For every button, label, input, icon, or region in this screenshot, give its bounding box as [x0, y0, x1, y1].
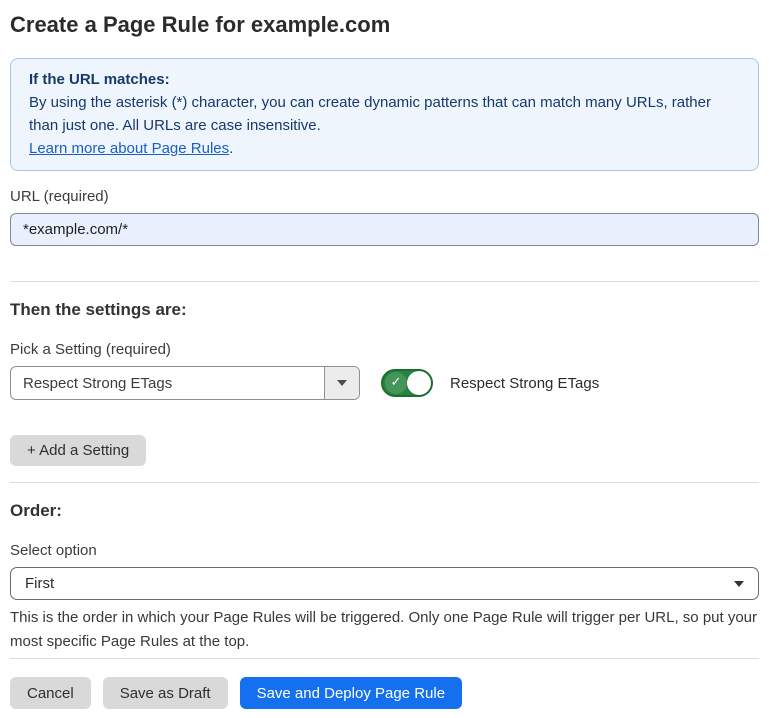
- info-box-link-line: Learn more about Page Rules.: [29, 137, 740, 160]
- pick-setting-label: Pick a Setting (required): [10, 341, 759, 358]
- divider: [10, 658, 759, 659]
- order-section-heading: Order:: [10, 501, 759, 521]
- settings-section-heading: Then the settings are:: [10, 300, 759, 320]
- setting-select-arrow-button[interactable]: [324, 367, 359, 399]
- cancel-button[interactable]: Cancel: [10, 677, 91, 709]
- toggle-label: Respect Strong ETags: [450, 375, 599, 392]
- learn-more-link[interactable]: Learn more about Page Rules: [29, 140, 229, 157]
- chevron-down-icon: [734, 581, 744, 587]
- order-select-label: Select option: [10, 542, 759, 559]
- setting-select-value: Respect Strong ETags: [11, 367, 324, 399]
- check-icon: ✓: [387, 372, 405, 390]
- toggle-knob: [407, 371, 431, 395]
- setting-select[interactable]: Respect Strong ETags: [10, 366, 360, 400]
- save-draft-button[interactable]: Save as Draft: [103, 677, 228, 709]
- divider: [10, 482, 759, 483]
- url-input[interactable]: [10, 213, 759, 246]
- setting-row: Respect Strong ETags ✓ Respect Strong ET…: [10, 366, 759, 400]
- etags-toggle[interactable]: ✓: [381, 369, 433, 397]
- save-deploy-button[interactable]: Save and Deploy Page Rule: [240, 677, 462, 709]
- url-field-label: URL (required): [10, 188, 759, 205]
- info-box-heading: If the URL matches:: [29, 68, 740, 91]
- info-box-body-text: By using the asterisk (*) character, you…: [29, 94, 711, 134]
- link-period: .: [229, 140, 233, 157]
- add-setting-button[interactable]: + Add a Setting: [10, 435, 146, 466]
- chevron-down-icon: [337, 380, 347, 386]
- order-help-text: This is the order in which your Page Rul…: [10, 606, 759, 654]
- form-actions: Cancel Save as Draft Save and Deploy Pag…: [10, 677, 759, 709]
- order-select[interactable]: First: [10, 567, 759, 600]
- divider: [10, 281, 759, 282]
- url-match-info-box: If the URL matches: By using the asteris…: [10, 58, 759, 171]
- page-rule-form: Create a Page Rule for example.com If th…: [0, 0, 769, 709]
- order-select-value: First: [25, 575, 734, 592]
- page-title: Create a Page Rule for example.com: [10, 12, 759, 38]
- info-box-body: By using the asterisk (*) character, you…: [29, 91, 740, 137]
